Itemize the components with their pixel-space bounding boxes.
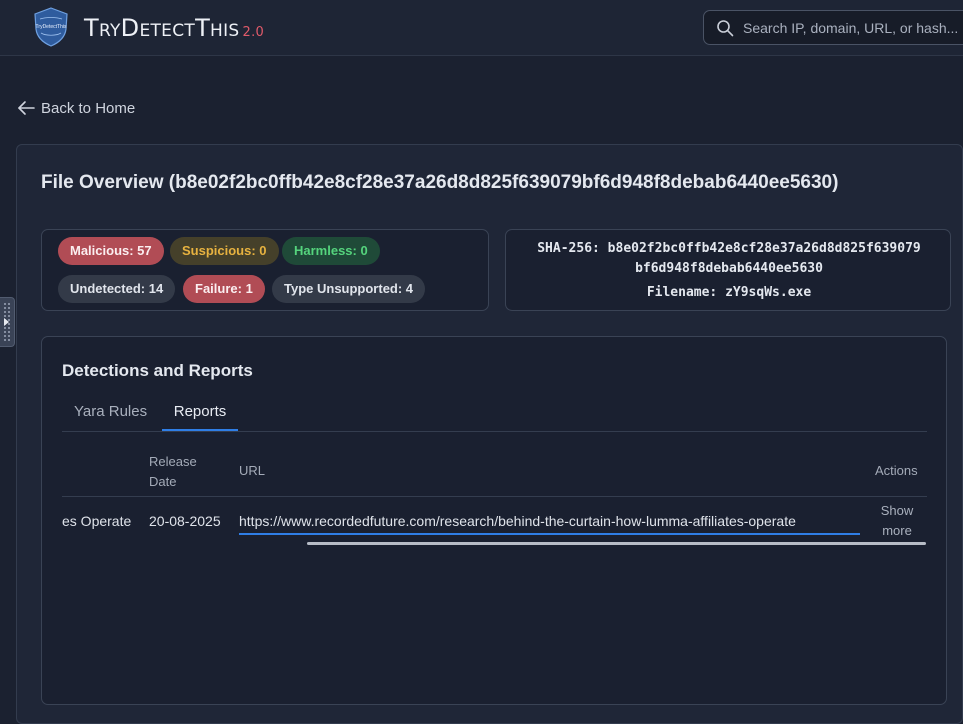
table-header-divider <box>62 496 927 497</box>
logo-text: TryDetectThis <box>36 24 67 30</box>
tab-reports[interactable]: Reports <box>162 403 238 431</box>
page-title: File Overview (b8e02f2bc0ffb42e8cf28e37a… <box>41 172 839 193</box>
arrow-left-icon <box>18 101 35 115</box>
malicious-badge: Malicious: 57 <box>58 237 164 265</box>
report-url-link[interactable]: https://www.recordedfuture.com/research/… <box>239 513 860 535</box>
detections-title: Detections and Reports <box>62 361 253 380</box>
sha256-line-1: SHA-256: b8e02f2bc0ffb42e8cf28e37a26d8d8… <box>537 241 921 256</box>
column-header-actions: Actions <box>875 463 918 478</box>
chevron-right-icon <box>4 318 9 326</box>
app-brand[interactable]: TryDetectThis 2.0 <box>84 14 264 42</box>
show-more-line-2: more <box>882 523 912 538</box>
back-to-home-link[interactable]: Back to Home <box>17 98 135 118</box>
report-name-cell: es Operate <box>62 513 132 529</box>
file-hash-panel: SHA-256: b8e02f2bc0ffb42e8cf28e37a26d8d8… <box>505 229 951 311</box>
shield-logo-icon[interactable]: TryDetectThis <box>32 7 70 47</box>
search-input[interactable] <box>743 17 963 39</box>
failure-badge: Failure: 1 <box>183 275 265 303</box>
release-date-header-line-2: Date <box>149 474 177 489</box>
suspicious-badge: Suspicious: 0 <box>170 237 279 265</box>
show-more-button[interactable]: Show more <box>873 501 921 541</box>
type-unsupported-badge: Type Unsupported: 4 <box>272 275 426 303</box>
column-header-url[interactable]: URL <box>239 461 265 481</box>
top-header: TryDetectThis TryDetectThis 2.0 <box>0 0 963 56</box>
sha256-line-2: bf6d948f8debab6440ee5630 <box>635 261 823 276</box>
release-date-cell: 20-08-2025 <box>149 513 221 529</box>
show-more-line-1: Show <box>880 503 914 518</box>
table-horizontal-scrollbar[interactable] <box>307 542 926 545</box>
back-label: Back to Home <box>41 99 136 117</box>
brand-version: 2.0 <box>242 25 265 40</box>
brand-name: TryDetectThis <box>84 14 240 42</box>
tabs-divider <box>62 431 927 432</box>
side-panel-handle[interactable] <box>0 297 15 347</box>
harmless-badge: Harmless: 0 <box>282 237 380 265</box>
release-date-header-line-1: Release <box>149 454 197 469</box>
tab-yara-rules[interactable]: Yara Rules <box>74 403 147 431</box>
search-icon <box>717 20 734 37</box>
search-bar[interactable] <box>703 10 963 45</box>
undetected-badge: Undetected: 14 <box>58 275 176 303</box>
filename-line: Filename: zY9sqWs.exe <box>646 285 812 300</box>
column-header-release-date[interactable]: Release Date <box>149 452 197 492</box>
